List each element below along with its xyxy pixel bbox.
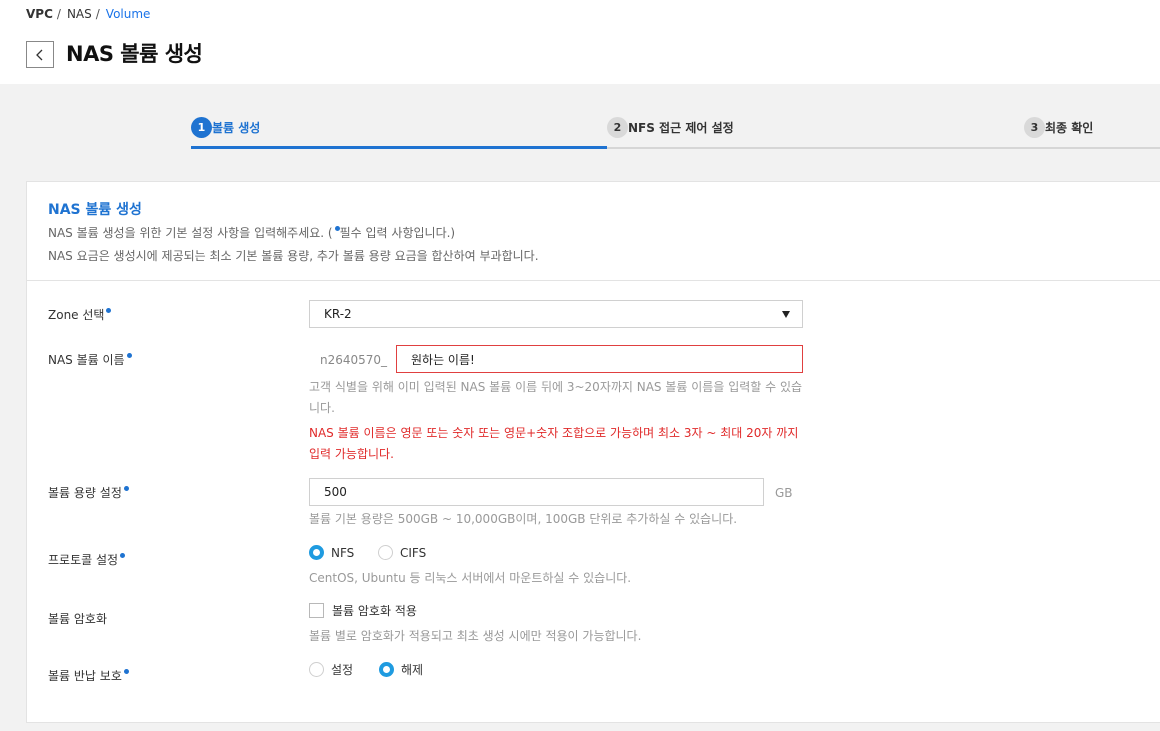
stepper-progress: [191, 146, 607, 149]
label-text: NAS 볼륨 이름: [48, 353, 125, 367]
radio-label: 설정: [331, 663, 354, 677]
protocol-radio-cifs[interactable]: CIFS: [378, 545, 426, 560]
step-2[interactable]: 2 NFS 접근 제어 설정: [607, 117, 734, 138]
label-text: 프로토콜 설정: [48, 553, 119, 567]
encryption-help: 볼륨 별로 암호화가 적용되고 최초 생성 시에만 적용이 가능합니다.: [309, 629, 642, 643]
caret-down-icon: [782, 311, 790, 318]
label-text: 볼륨 암호화: [48, 612, 108, 626]
capacity-value: 500: [324, 485, 347, 499]
return-protection-label: 볼륨 반납 보호: [48, 667, 129, 684]
return-protection-radio-on[interactable]: 설정: [309, 661, 353, 678]
page-title: NAS 볼륨 생성: [66, 42, 203, 66]
required-dot-icon: [106, 308, 112, 313]
radio-label: 해제: [401, 663, 424, 677]
volume-name-help: 고객 식별을 위해 이미 입력된 NAS 볼륨 이름 뒤에 3~20자까지 NA…: [309, 380, 803, 415]
encryption-label: 볼륨 암호화: [48, 610, 107, 627]
volume-form-card: NAS 볼륨 생성 NAS 볼륨 생성을 위한 기본 설정 사항을 입력해주세요…: [26, 181, 1160, 723]
step-label: NFS 접근 제어 설정: [628, 121, 734, 135]
breadcrumb-separator: /: [95, 7, 100, 21]
required-dot-icon: [126, 353, 132, 358]
volume-name-value: 원하는 이름!: [411, 352, 475, 367]
encryption-checkbox[interactable]: 볼륨 암호화 적용: [309, 602, 417, 619]
volume-name-prefix: n2640570_: [320, 353, 388, 367]
protocol-radio-nfs[interactable]: NFS: [309, 545, 354, 560]
zone-select-value: KR-2: [324, 307, 352, 321]
step-label: 볼륨 생성: [212, 121, 261, 135]
radio-label: NFS: [331, 545, 355, 560]
step-number: 1: [191, 117, 212, 138]
back-button[interactable]: [26, 41, 54, 68]
breadcrumb: VPC / NAS / Volume: [26, 7, 150, 21]
checkbox-empty-icon: [309, 603, 324, 618]
radio-empty-icon: [378, 545, 393, 560]
volume-name-error: NAS 볼륨 이름은 영문 또는 숫자 또는 영문+숫자 조합으로 가능하며 최…: [309, 426, 799, 461]
label-text: Zone 선택: [48, 308, 105, 322]
breadcrumb-nas[interactable]: NAS: [67, 7, 92, 21]
card-header: NAS 볼륨 생성 NAS 볼륨 생성을 위한 기본 설정 사항을 입력해주세요…: [27, 182, 1160, 281]
protocol-label: 프로토콜 설정: [48, 551, 126, 568]
radio-selected-icon: [379, 662, 394, 677]
step-label: 최종 확인: [1045, 121, 1094, 135]
step-3[interactable]: 3 최종 확인: [1024, 117, 1093, 138]
capacity-unit: GB: [775, 486, 793, 500]
required-dot-icon: [123, 669, 129, 674]
required-dot-icon: [120, 553, 126, 558]
capacity-label: 볼륨 용량 설정: [48, 484, 129, 501]
capacity-input[interactable]: 500: [309, 478, 764, 506]
radio-empty-icon: [309, 662, 324, 677]
zone-select[interactable]: KR-2: [309, 300, 803, 328]
card-description: NAS 볼륨 생성을 위한 기본 설정 사항을 입력해주세요. ( 필수 입력 사…: [48, 224, 455, 241]
zone-label: Zone 선택: [48, 306, 112, 323]
step-number: 3: [1024, 117, 1045, 138]
breadcrumb-current: Volume: [105, 7, 151, 21]
volume-name-label: NAS 볼륨 이름: [48, 351, 132, 368]
capacity-help: 볼륨 기본 용량은 500GB ~ 10,000GB이며, 100GB 단위로 …: [309, 512, 738, 526]
required-dot-icon: [123, 486, 129, 491]
pricing-note: NAS 요금은 생성시에 제공되는 최소 기본 볼륨 용량, 추가 볼륨 용량 …: [48, 249, 539, 263]
breadcrumb-separator: /: [56, 7, 61, 21]
stepper: 1 볼륨 생성 2 NFS 접근 제어 설정 3 최종 확인: [191, 108, 1160, 150]
checkbox-label: 볼륨 암호화 적용: [332, 604, 417, 618]
top-header: VPC / NAS / Volume NAS 볼륨 생성: [0, 0, 1160, 84]
return-protection-radio-off[interactable]: 해제: [379, 661, 423, 678]
chevron-left-icon: [36, 49, 43, 60]
card-title: NAS 볼륨 생성: [48, 202, 142, 218]
radio-label: CIFS: [400, 545, 427, 560]
step-1[interactable]: 1 볼륨 생성: [191, 117, 260, 138]
card-desc-part: 필수 입력 사항입니다.): [339, 226, 456, 240]
label-text: 볼륨 반납 보호: [48, 669, 122, 683]
volume-name-input[interactable]: 원하는 이름!: [396, 345, 803, 373]
card-desc-part: NAS 볼륨 생성을 위한 기본 설정 사항을 입력해주세요. (: [48, 226, 333, 240]
radio-selected-icon: [309, 545, 324, 560]
protocol-help: CentOS, Ubuntu 등 리눅스 서버에서 마운트하실 수 있습니다.: [309, 571, 632, 585]
label-text: 볼륨 용량 설정: [48, 486, 122, 500]
breadcrumb-vpc[interactable]: VPC: [26, 7, 53, 21]
step-number: 2: [607, 117, 628, 138]
